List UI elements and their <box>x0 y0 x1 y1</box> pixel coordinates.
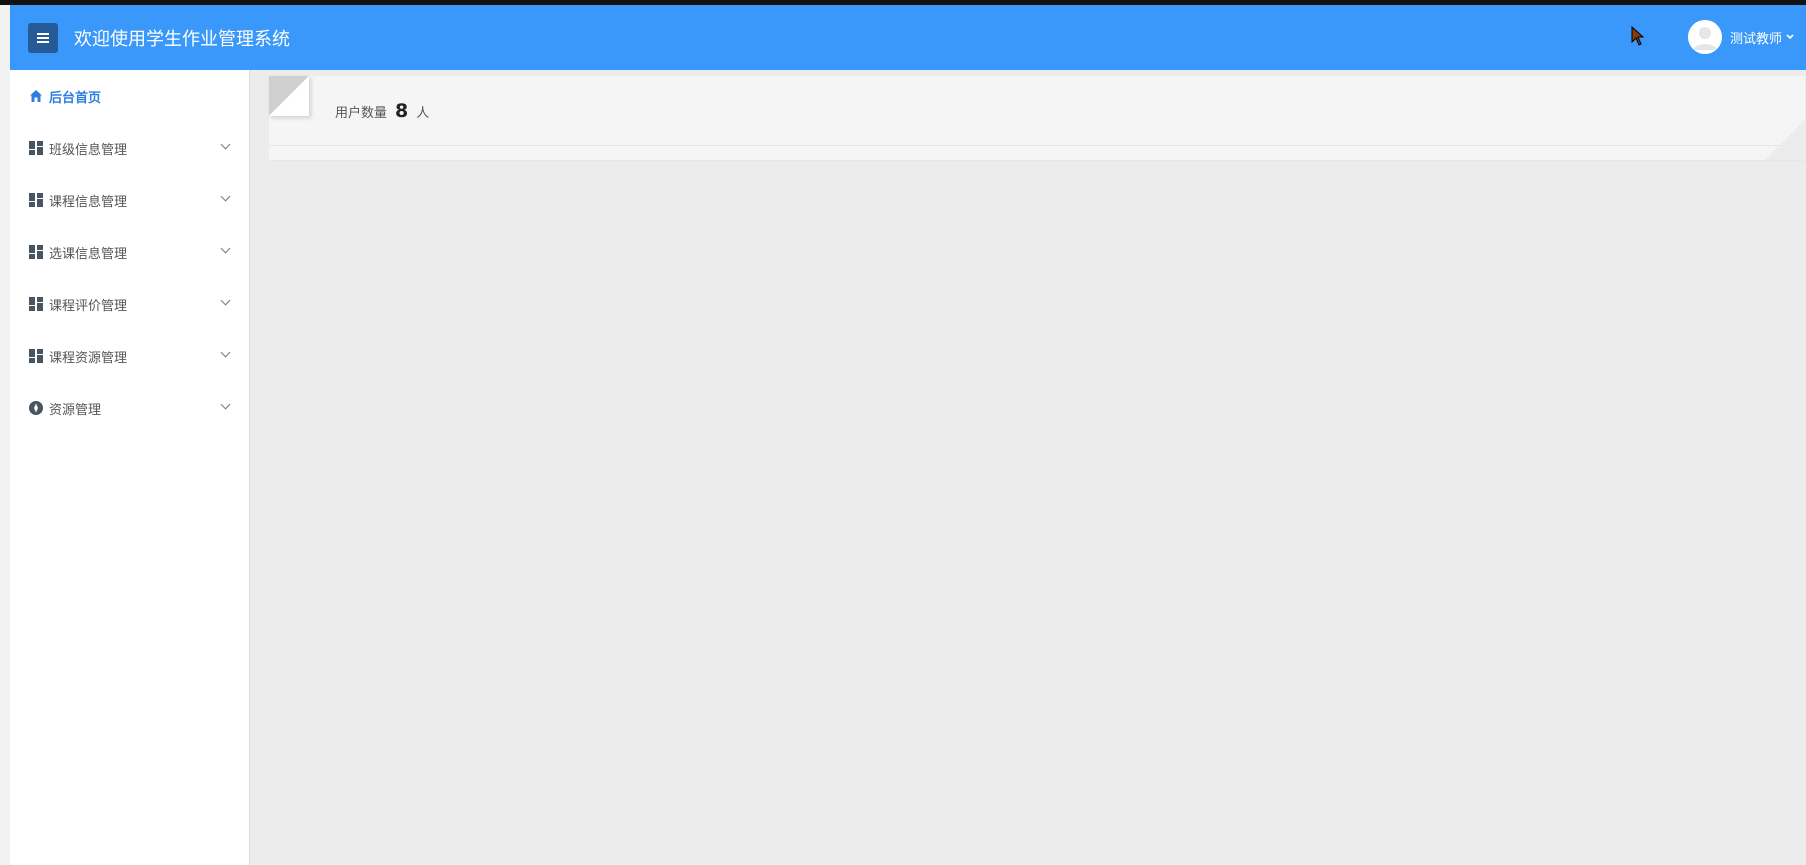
user-avatar-icon <box>1687 20 1722 54</box>
user-count-card: 用户数量 8 人 <box>269 76 1805 161</box>
compass-icon <box>29 401 43 415</box>
chevron-down-icon[interactable] <box>220 399 231 410</box>
user-count-stat: 用户数量 8 人 <box>335 100 429 122</box>
dashboard-grid-icon <box>29 297 43 311</box>
main-content: 用户数量 8 人 <box>250 70 1806 865</box>
sidebar-item-label: 课程评价管理 <box>49 298 128 314</box>
user-count-unit: 人 <box>416 106 430 121</box>
user-count-label: 用户数量 <box>335 106 388 121</box>
chevron-down-icon[interactable] <box>1786 32 1794 43</box>
sidebar: 后台首页 班级信息管理 课程信息管理 选课信息管理 课程评价管理 课程资源管理 … <box>10 70 250 865</box>
chevron-down-icon[interactable] <box>220 295 231 306</box>
sidebar-item-course-resources[interactable]: 课程资源管理 <box>10 330 249 382</box>
chevron-down-icon[interactable] <box>220 243 231 254</box>
sidebar-item-course-selection[interactable]: 选课信息管理 <box>10 226 249 278</box>
user-menu[interactable]: 测试教师 <box>1687 19 1794 55</box>
chevron-down-icon[interactable] <box>220 139 231 150</box>
sidebar-item-label: 班级信息管理 <box>49 142 128 158</box>
top-header: 欢迎使用学生作业管理系统 测试教师 <box>10 5 1806 70</box>
sidebar-item-course-info[interactable]: 课程信息管理 <box>10 174 249 226</box>
user-name[interactable]: 测试教师 <box>1730 28 1782 47</box>
user-count-value: 8 <box>395 100 409 122</box>
chevron-down-icon[interactable] <box>220 347 231 358</box>
sidebar-item-label: 选课信息管理 <box>49 246 128 262</box>
app-title: 欢迎使用学生作业管理系统 <box>74 29 290 50</box>
sidebar-item-label: 资源管理 <box>49 402 102 418</box>
dashboard-grid-icon <box>29 193 43 207</box>
sidebar-item-home[interactable]: 后台首页 <box>10 70 249 122</box>
sidebar-item-class-info[interactable]: 班级信息管理 <box>10 122 249 174</box>
sidebar-item-label: 后台首页 <box>49 90 102 106</box>
sidebar-item-resource-management[interactable]: 资源管理 <box>10 382 249 434</box>
card-corner-decoration <box>269 76 309 116</box>
hamburger-icon <box>37 33 49 43</box>
dashboard-grid-icon <box>29 245 43 259</box>
sidebar-item-label: 课程信息管理 <box>49 194 128 210</box>
chevron-down-icon[interactable] <box>220 191 231 202</box>
home-icon <box>29 89 43 103</box>
avatar[interactable] <box>1687 20 1722 54</box>
sidebar-item-label: 课程资源管理 <box>49 350 128 366</box>
menu-toggle-button[interactable] <box>28 23 58 53</box>
dashboard-grid-icon <box>29 349 43 363</box>
sidebar-item-course-evaluation[interactable]: 课程评价管理 <box>10 278 249 330</box>
card-divider <box>269 145 1805 146</box>
dashboard-grid-icon <box>29 141 43 155</box>
card-corner-fold <box>1765 120 1805 160</box>
